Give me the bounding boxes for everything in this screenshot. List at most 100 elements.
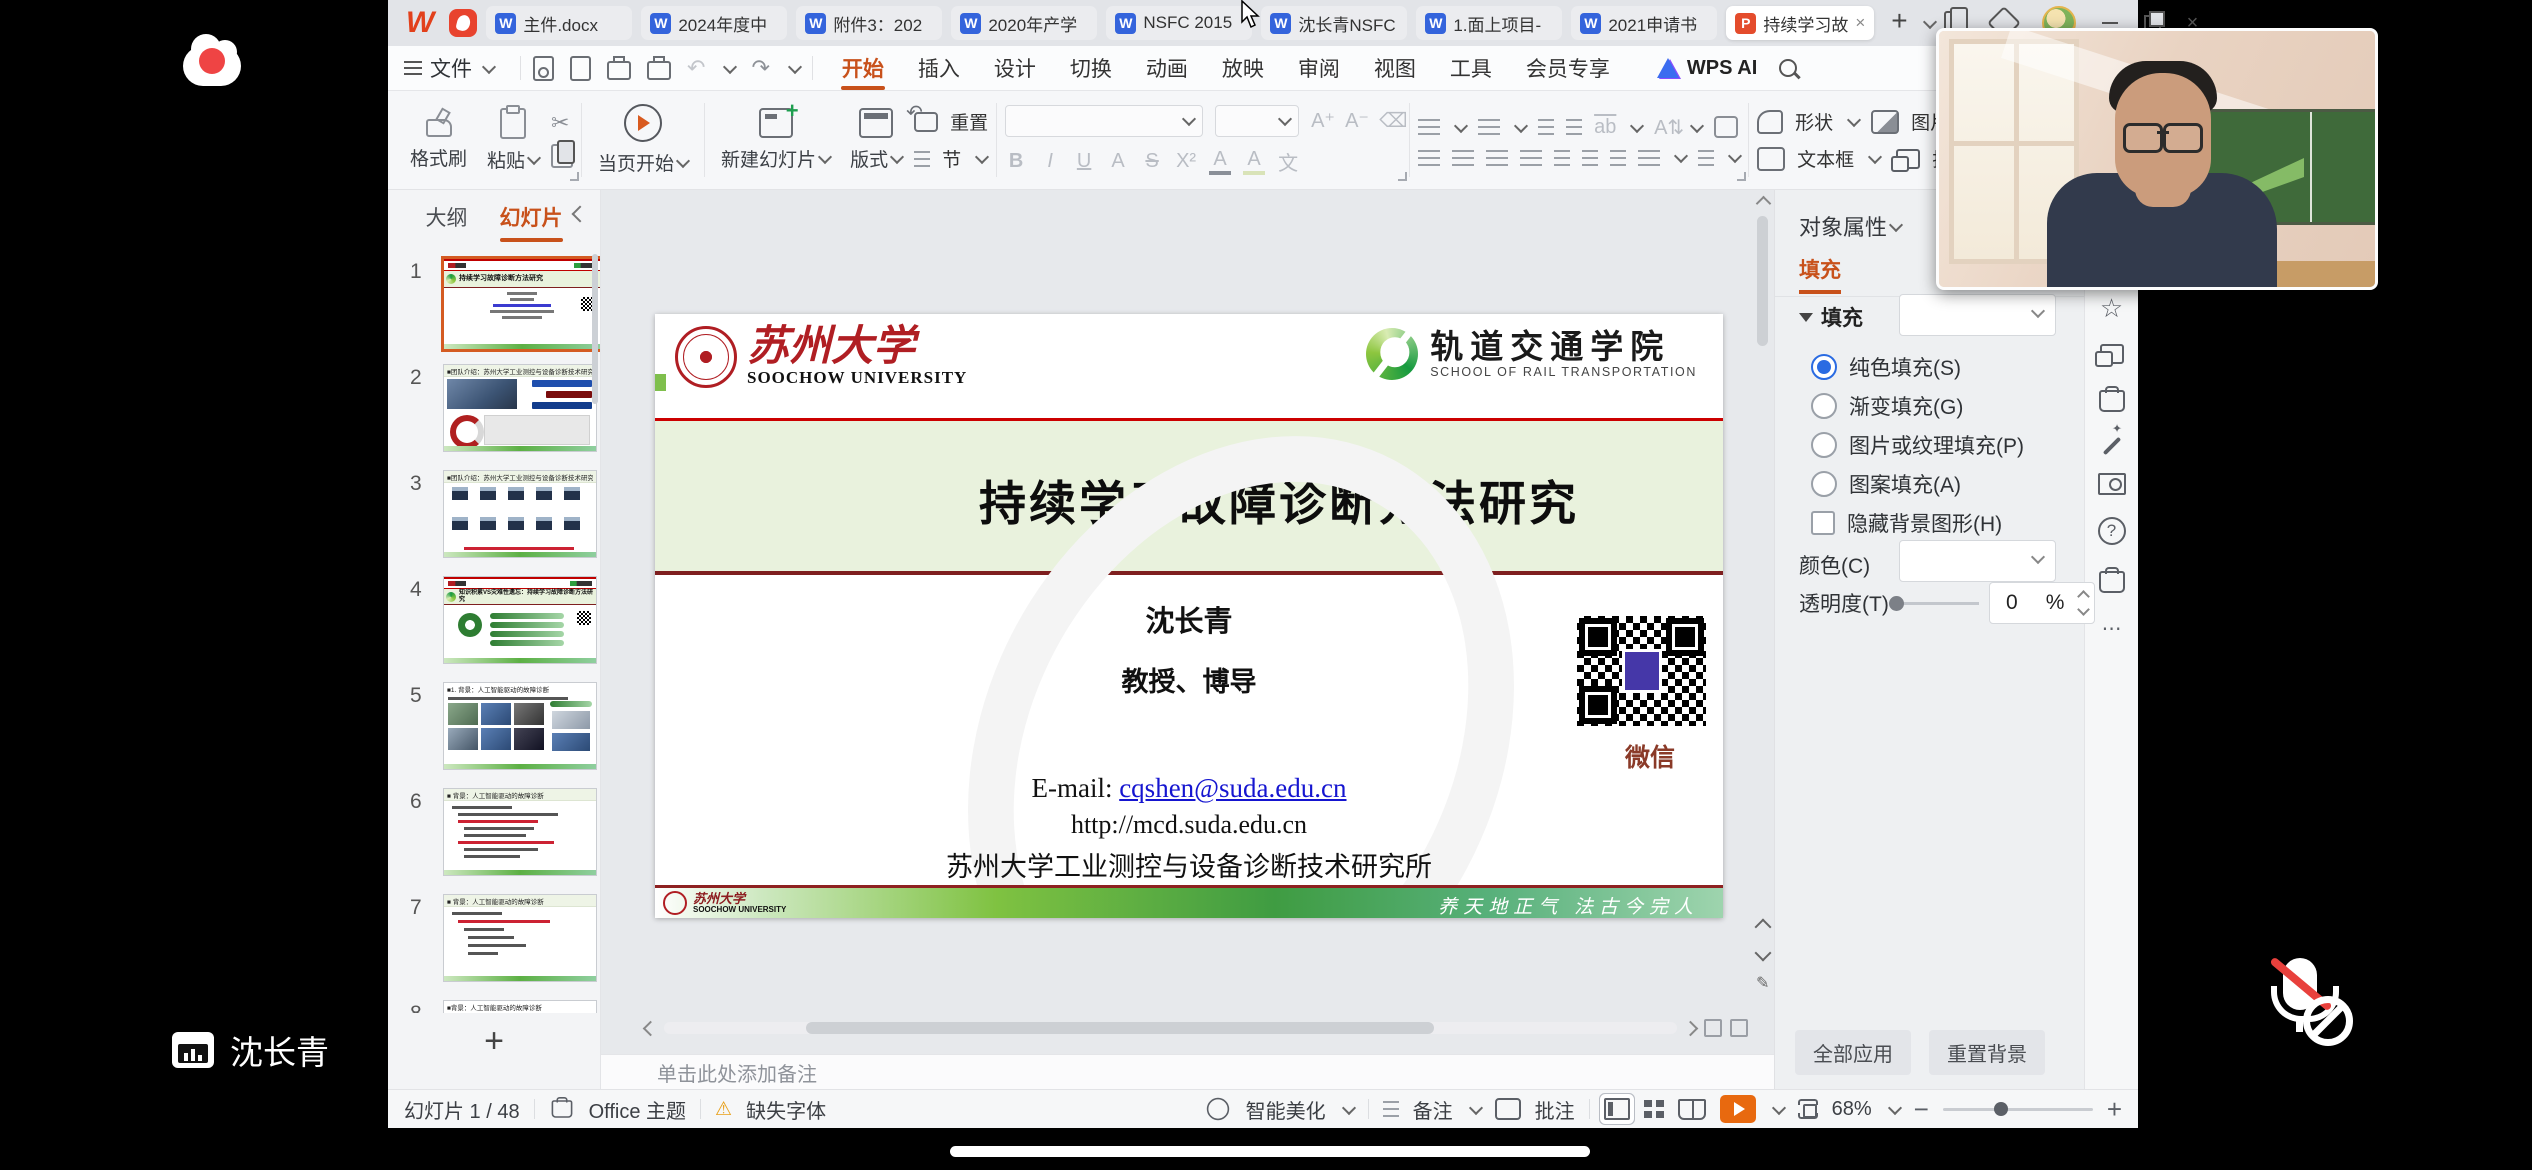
help-icon[interactable]: ?: [2098, 517, 2126, 545]
comments-button[interactable]: 批注: [1535, 1095, 1575, 1124]
section-button[interactable]: 节: [914, 145, 988, 172]
beautify-chevron-icon[interactable]: [1342, 1100, 1356, 1114]
wps-ai-entry[interactable]: WPS AI: [1657, 57, 1757, 80]
line-spacing-chevron-icon[interactable]: [1674, 149, 1688, 163]
zoom-slider[interactable]: [1943, 1108, 2093, 1111]
reading-view-button[interactable]: [1678, 1099, 1706, 1120]
text-direction-icon[interactable]: A⇅: [1654, 115, 1676, 140]
slide-thumbnail-8[interactable]: ■背景：人工智能驱动的故障诊断: [443, 1000, 597, 1013]
notes-chevron-icon[interactable]: [1469, 1100, 1483, 1114]
copy-style-icon[interactable]: [2100, 344, 2124, 364]
slide-thumbnail-4[interactable]: 知识积累VS灾难性遗忘：持续学习故障诊断方法研究: [443, 576, 597, 664]
horizontal-scroll-thumb[interactable]: [806, 1022, 1434, 1034]
cut-icon[interactable]: ✂: [551, 112, 573, 134]
zoom-level[interactable]: 68%: [1832, 1098, 1872, 1121]
redo-icon[interactable]: ↷: [751, 55, 769, 81]
italic-button[interactable]: I: [1039, 150, 1061, 173]
resource-search-icon[interactable]: [2098, 473, 2126, 495]
tab-slides[interactable]: 幻灯片: [498, 198, 565, 236]
email-link[interactable]: cqshen@suda.edu.cn: [1119, 773, 1346, 803]
spin-down-icon[interactable]: [2077, 603, 2090, 616]
new-slide-button[interactable]: 新建幻灯片: [713, 106, 838, 174]
notes-button[interactable]: 备注: [1413, 1095, 1453, 1124]
smartart-convert-icon[interactable]: [1714, 116, 1738, 138]
print-icon[interactable]: [607, 61, 631, 80]
scroll-up-icon[interactable]: [1756, 196, 1772, 212]
tab-list-chevron-icon[interactable]: [1923, 14, 1937, 28]
decrease-indent-icon[interactable]: [1538, 119, 1554, 135]
play-mode-chevron-icon[interactable]: [1772, 1100, 1786, 1114]
direction-chevron-icon[interactable]: [1690, 118, 1704, 132]
thumbnail-item-1[interactable]: 1 持续学习故障诊断方法研究: [388, 258, 600, 350]
transparency-slider[interactable]: [1893, 602, 1979, 605]
zoom-out-button[interactable]: −: [1914, 1094, 1929, 1125]
previous-slide-button[interactable]: [1754, 919, 1771, 936]
tab-home[interactable]: 开始: [825, 46, 901, 90]
thumbnail-item-2[interactable]: 2 ■团队介绍：苏州大学工业测控与设备诊断技术研究所: [388, 364, 600, 456]
increase-indent-icon[interactable]: [1566, 119, 1582, 135]
fill-tab[interactable]: 填充: [1799, 254, 1841, 294]
doc-tab-2[interactable]: W2024年度中: [641, 6, 787, 40]
align-text-chevron-icon[interactable]: [1728, 149, 1742, 163]
spacing-decrease-icon[interactable]: [1610, 150, 1626, 166]
thumbnail-item-7[interactable]: 7 ■ 背景：人工智能驱动的故障诊断: [388, 894, 600, 986]
bullets-icon[interactable]: [1418, 119, 1440, 135]
undo-chevron-icon[interactable]: [723, 59, 737, 73]
option-gradient-fill[interactable]: 渐变填充(G): [1811, 391, 1963, 421]
thumbnail-item-6[interactable]: 6 ■ 背景：人工智能驱动的故障诊断: [388, 788, 600, 880]
vertical-scroll-thumb[interactable]: [1757, 216, 1768, 346]
slide-thumbnail-5[interactable]: ■1. 背景：人工智能驱动的故障诊断: [443, 682, 597, 770]
slide-thumbnail-3[interactable]: ■团队介绍：苏州大学工业测控与设备诊断技术研究所: [443, 470, 597, 558]
doc-tab-active-presentation[interactable]: P持续学习故×: [1726, 6, 1874, 40]
normal-view-button[interactable]: [1604, 1098, 1630, 1120]
tab-close-icon[interactable]: ×: [1855, 13, 1865, 33]
tab-design[interactable]: 设计: [977, 46, 1053, 90]
minimize-button[interactable]: [2102, 22, 2118, 24]
search-icon[interactable]: [1779, 59, 1797, 77]
doc-tab-3[interactable]: W附件3：202: [796, 6, 942, 40]
thumbnail-item-3[interactable]: 3 ■团队介绍：苏州大学工业测控与设备诊断技术研究所: [388, 470, 600, 562]
skin-theme-icon[interactable]: [2099, 571, 2125, 593]
align-text-icon[interactable]: [1698, 150, 1714, 166]
slide-sorter-view-button[interactable]: [1644, 1100, 1664, 1118]
fill-section-header[interactable]: 填充: [1799, 302, 1863, 332]
align-center-icon[interactable]: [1452, 150, 1474, 166]
missing-font-alert[interactable]: 缺失字体: [746, 1095, 826, 1124]
redo-chevron-icon[interactable]: [788, 59, 802, 73]
tab-review[interactable]: 审阅: [1281, 46, 1357, 90]
zoom-slider-handle[interactable]: [1994, 1102, 2008, 1116]
tab-animations[interactable]: 动画: [1129, 46, 1205, 90]
font-family-select[interactable]: [1005, 105, 1203, 137]
highlight-button[interactable]: A: [1243, 148, 1265, 175]
thumbnail-item-8[interactable]: 8 ■背景：人工智能驱动的故障诊断: [388, 1000, 600, 1013]
slide-editor[interactable]: 苏州大学 SOOCHOW UNIVERSITY 轨道交通学院 SCHOOL OF…: [655, 314, 1723, 918]
reset-background-button[interactable]: 重置背景: [1929, 1030, 2045, 1075]
export-icon[interactable]: [570, 56, 591, 81]
character-spacing-icon[interactable]: ab: [1594, 116, 1616, 139]
add-slide-button[interactable]: +: [484, 1022, 504, 1061]
slider-handle[interactable]: [1889, 596, 1904, 611]
tab-outline[interactable]: 大纲: [424, 198, 470, 236]
align-right-icon[interactable]: [1486, 150, 1508, 166]
thumbnails-scrollbar[interactable]: [592, 254, 598, 404]
dialog-launcher-icon[interactable]: [1398, 172, 1407, 181]
shapes-button[interactable]: 形状: [1757, 108, 1859, 135]
apply-all-button[interactable]: 全部应用: [1795, 1030, 1911, 1075]
scroll-right-icon[interactable]: [1683, 1020, 1699, 1036]
thumbnail-item-4[interactable]: 4 知识积累VS灾难性遗忘：持续学习故障诊断方法研究: [388, 576, 600, 668]
wps-home-icon[interactable]: [449, 9, 477, 37]
option-pattern-fill[interactable]: 图案填充(A): [1811, 469, 1961, 499]
textbox-button[interactable]: 文本框: [1757, 145, 1880, 172]
horizontal-scrollbar[interactable]: [645, 1019, 1748, 1037]
tab-tools[interactable]: 工具: [1433, 46, 1509, 90]
more-options-icon[interactable]: ⋯: [2098, 615, 2126, 643]
tab-transitions[interactable]: 切换: [1053, 46, 1129, 90]
strikethrough-button[interactable]: S: [1141, 150, 1163, 173]
numbering-icon[interactable]: [1478, 119, 1500, 135]
slide-thumbnail-6[interactable]: ■ 背景：人工智能驱动的故障诊断: [443, 788, 597, 876]
pen-annotate-icon[interactable]: ✎: [1756, 973, 1769, 993]
tab-insert[interactable]: 插入: [901, 46, 977, 90]
font-size-select[interactable]: [1215, 105, 1299, 137]
pinyin-button[interactable]: 文: [1277, 147, 1299, 176]
doc-tab-5[interactable]: WNSFC 2015: [1106, 6, 1252, 40]
